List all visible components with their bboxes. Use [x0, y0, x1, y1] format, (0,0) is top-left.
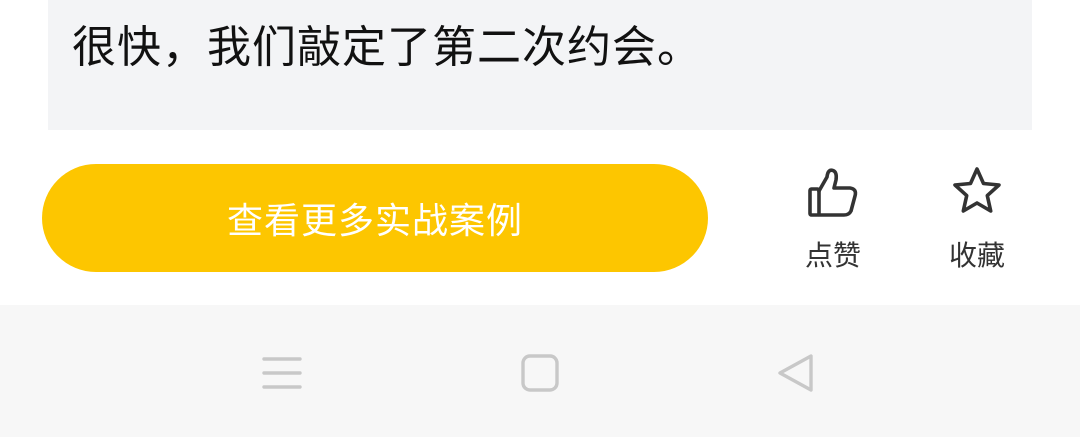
recent-apps-button[interactable] — [252, 345, 312, 401]
like-label: 点赞 — [804, 239, 861, 272]
home-square-icon — [521, 354, 559, 392]
page: 很快，我们敲定了第二次约会。 查看更多实战案例 点赞 收藏 — [0, 0, 1080, 437]
star-icon — [953, 167, 1001, 213]
article-quote-text: 很快，我们敲定了第二次约会。 — [72, 22, 702, 73]
favorite-button[interactable]: 收藏 — [922, 160, 1032, 280]
back-triangle-icon — [778, 354, 813, 392]
home-button[interactable] — [510, 345, 570, 401]
thumbs-up-icon — [808, 168, 858, 217]
like-button[interactable]: 点赞 — [778, 160, 888, 280]
view-more-cases-button[interactable]: 查看更多实战案例 — [42, 164, 708, 272]
article-quote-box: 很快，我们敲定了第二次约会。 — [48, 0, 1032, 130]
menu-icon — [262, 357, 302, 389]
back-button[interactable] — [766, 345, 826, 401]
system-navigation-bar — [0, 305, 1080, 437]
favorite-label: 收藏 — [948, 239, 1005, 272]
view-more-cases-label: 查看更多实战案例 — [226, 201, 523, 242]
